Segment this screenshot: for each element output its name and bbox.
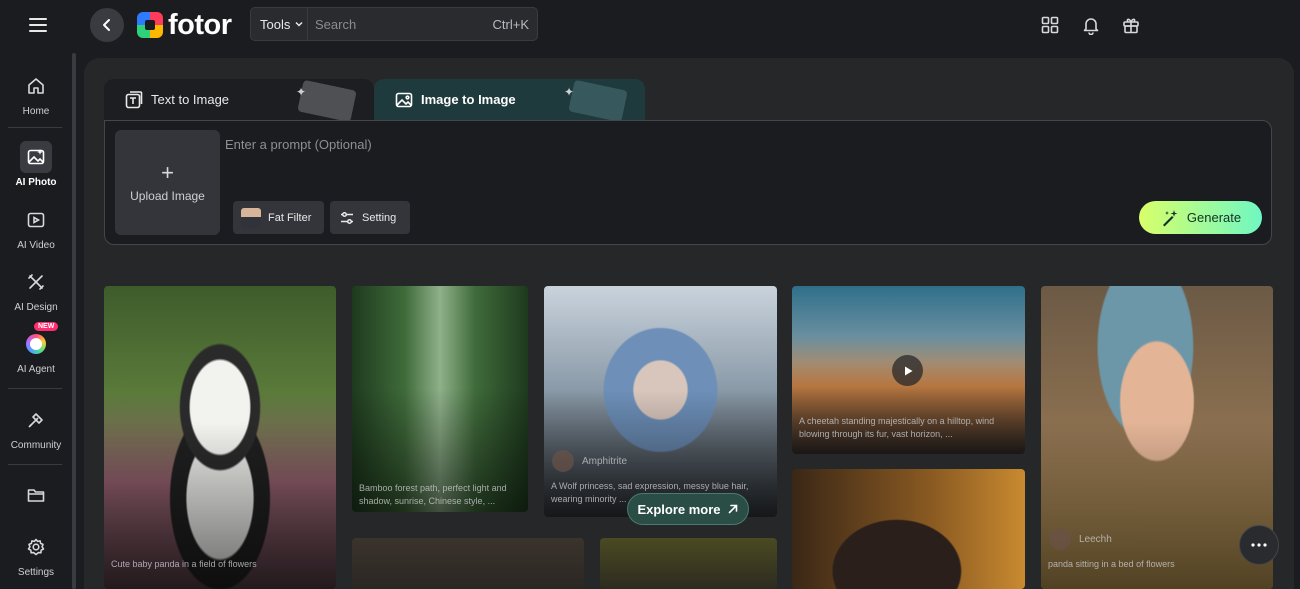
explore-more-button[interactable]: Explore more xyxy=(627,493,749,525)
bell-icon[interactable] xyxy=(1079,13,1103,37)
sidebar-label: AI Video xyxy=(17,240,55,251)
sidebar: Home AI Photo AI Video AI Design NEW AI … xyxy=(0,50,72,589)
community-icon xyxy=(20,404,52,436)
sidebar-label: Home xyxy=(22,106,50,117)
avatar xyxy=(1049,528,1071,550)
gallery-card-wolf-princess[interactable]: Amphitrite A Wolf princess, sad expressi… xyxy=(544,286,777,517)
ai-agent-icon xyxy=(20,328,52,360)
tab-label: Text to Image xyxy=(151,92,230,107)
search-bar: Tools Ctrl+K xyxy=(250,7,538,41)
chip-label: Setting xyxy=(362,211,397,224)
sidebar-item-ai-design[interactable]: AI Design xyxy=(0,266,72,313)
image-card-decoration xyxy=(568,79,628,120)
sparkle-icon: ✦ xyxy=(296,85,307,99)
sidebar-scrollbar[interactable] xyxy=(72,53,76,589)
chevron-left-icon xyxy=(103,19,110,31)
sparkle-icon: ✦ xyxy=(564,85,575,99)
sidebar-label: AI Agent xyxy=(17,364,55,375)
gallery-card-panda[interactable]: Cute baby panda in a field of flowers xyxy=(104,286,336,589)
sidebar-item-home[interactable]: Home xyxy=(0,70,72,117)
explore-label: Explore more xyxy=(637,501,721,517)
author-name: Amphitrite xyxy=(582,455,628,467)
card-caption: Bamboo forest path, perfect light and sh… xyxy=(359,483,507,506)
quote-card-decoration xyxy=(297,79,357,120)
more-options-button[interactable] xyxy=(1239,525,1279,565)
top-bar: fotor Tools Ctrl+K xyxy=(0,0,1300,50)
card-author[interactable]: Leechh xyxy=(1049,528,1112,550)
fat-filter-thumbnail xyxy=(241,207,261,228)
upload-image-button[interactable]: + Upload Image xyxy=(115,130,220,235)
apps-grid-icon[interactable] xyxy=(1038,13,1062,37)
gallery-card[interactable] xyxy=(792,469,1025,589)
search-shortcut: Ctrl+K xyxy=(492,16,529,32)
gallery-card[interactable] xyxy=(600,538,777,589)
sidebar-item-community[interactable]: Community xyxy=(0,404,72,451)
play-icon xyxy=(904,366,912,375)
fotor-logo[interactable]: fotor xyxy=(137,10,232,40)
chevron-down-icon xyxy=(295,21,303,27)
card-author[interactable]: Amphitrite xyxy=(552,450,627,472)
home-icon xyxy=(20,70,52,102)
upload-label: Upload Image xyxy=(130,188,205,203)
sidebar-item-ai-video[interactable]: AI Video xyxy=(0,204,72,251)
sidebar-item-settings[interactable]: Settings xyxy=(0,531,72,578)
sidebar-item-ai-photo[interactable]: AI Photo xyxy=(0,141,72,188)
image-to-image-icon xyxy=(394,90,414,110)
logo-mark-icon xyxy=(137,12,163,38)
plus-icon: + xyxy=(161,159,174,185)
sidebar-label: AI Photo xyxy=(15,177,57,188)
sidebar-label: Community xyxy=(10,440,62,451)
generate-label: Generate xyxy=(1186,210,1242,225)
search-input[interactable] xyxy=(308,16,493,32)
prompt-panel: + Upload Image Fat Filter Setting Genera… xyxy=(104,120,1272,245)
settings-icon xyxy=(20,531,52,563)
menu-icon[interactable] xyxy=(24,12,52,38)
card-caption: A cheetah standing majestically on a hil… xyxy=(799,416,995,439)
text-to-image-icon xyxy=(124,90,144,110)
sidebar-item-files[interactable] xyxy=(0,479,72,511)
avatar xyxy=(552,450,574,472)
fat-filter-chip[interactable]: Fat Filter xyxy=(233,201,324,234)
sidebar-label: AI Design xyxy=(14,302,58,313)
author-name: Leechh xyxy=(1079,533,1112,545)
sidebar-item-ai-agent[interactable]: NEW AI Agent xyxy=(0,322,72,375)
play-button[interactable] xyxy=(892,355,923,386)
tab-text-to-image[interactable]: Text to Image ✦ xyxy=(104,79,374,120)
new-badge: NEW xyxy=(34,322,59,331)
tab-image-to-image[interactable]: Image to Image ✦ xyxy=(374,79,645,120)
logo-text: fotor xyxy=(168,9,232,41)
gallery-card-bamboo[interactable]: Bamboo forest path, perfect light and sh… xyxy=(352,286,528,512)
gallery-card-cheetah[interactable]: A cheetah standing majestically on a hil… xyxy=(792,286,1025,454)
card-caption: Cute baby panda in a field of flowers xyxy=(111,559,257,569)
chip-label: Fat Filter xyxy=(268,211,312,224)
arrow-up-right-icon xyxy=(728,504,737,514)
sliders-icon xyxy=(341,211,353,224)
generate-button[interactable]: Generate xyxy=(1139,201,1262,234)
more-dots-icon xyxy=(1251,543,1267,547)
gift-icon[interactable] xyxy=(1119,13,1143,37)
sidebar-label: Settings xyxy=(17,567,55,578)
sidebar-divider xyxy=(8,388,62,389)
tools-dropdown[interactable]: Tools xyxy=(251,17,307,32)
folder-icon xyxy=(20,479,52,511)
gallery-card[interactable] xyxy=(352,538,584,589)
card-caption: panda sitting in a bed of flowers xyxy=(1048,559,1175,569)
ai-design-icon xyxy=(20,266,52,298)
tab-label: Image to Image xyxy=(421,92,516,107)
setting-chip[interactable]: Setting xyxy=(330,201,410,234)
ai-photo-icon xyxy=(20,141,52,173)
sidebar-divider xyxy=(8,127,62,128)
prompt-input[interactable] xyxy=(225,129,1255,159)
ai-video-icon xyxy=(20,204,52,236)
back-button[interactable] xyxy=(90,8,124,42)
magic-wand-icon xyxy=(1162,209,1178,226)
tools-label: Tools xyxy=(260,16,291,32)
sidebar-divider xyxy=(8,464,62,465)
